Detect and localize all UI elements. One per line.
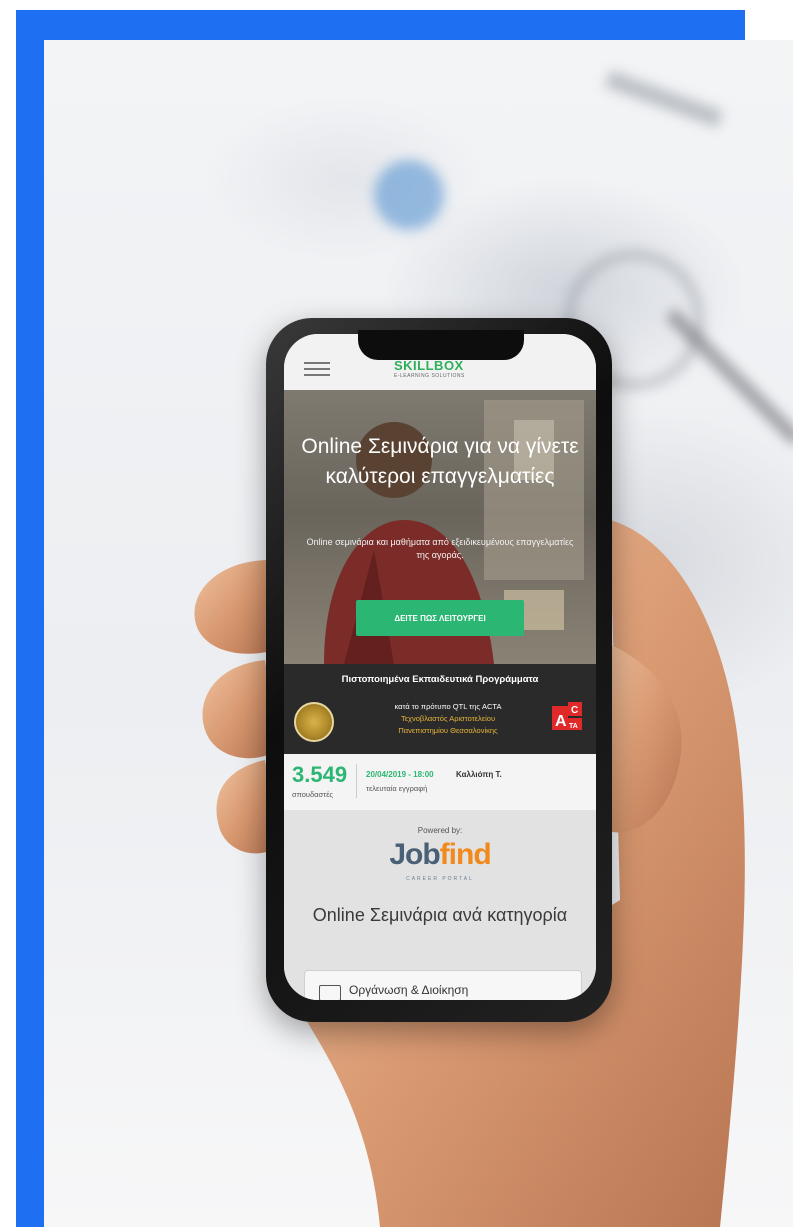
category-label: Οργάνωση & Διοίκηση <box>349 983 469 997</box>
hero-section: Online Σεμινάρια για να γίνετε καλύτεροι… <box>284 390 596 664</box>
logo-subtitle: E-LEARNING SOLUTIONS <box>394 373 465 379</box>
powered-by-label: Powered by: <box>417 826 463 835</box>
stats-strip: 3.549 σπουδαστές 20/04/2019 - 18:00 Καλλ… <box>284 754 596 810</box>
acta-logo-icon: A C TA <box>552 702 582 730</box>
jobfind-logo-left: Job <box>389 838 440 871</box>
students-count: 3.549 <box>292 762 348 787</box>
phone-notch <box>358 330 524 360</box>
category-item[interactable]: Οργάνωση & Διοίκηση <box>304 970 582 1000</box>
svg-text:TA: TA <box>569 723 578 730</box>
hero-title: Online Σεμινάρια για να γίνετε καλύτεροι… <box>301 435 579 488</box>
last-signup-name: Καλλιόπη Τ. <box>456 770 502 779</box>
logo-word: SKILLBOX <box>394 358 464 373</box>
last-signup-date: 20/04/2019 - 18:00 <box>366 770 434 779</box>
skillbox-logo[interactable]: SKILLBOX E-LEARNING SOLUTIONS <box>394 358 504 384</box>
divider <box>356 764 357 798</box>
certification-title: Πιστοποιημένα Εκπαιδευτικά Προγράμματα <box>341 674 539 685</box>
phone-screen: SKILLBOX E-LEARNING SOLUTIONS Online Σεμ… <box>284 334 596 1000</box>
jobfind-logo[interactable]: Jobfind <box>284 838 596 872</box>
students-caption: σπουδαστές <box>292 790 334 799</box>
certification-seal-icon <box>294 702 334 742</box>
certification-banner: Πιστοποιημένα Εκπαιδευτικά Προγράμματα κ… <box>284 664 596 754</box>
partner-section: Powered by: Jobfind CAREER PORTAL Online… <box>284 810 596 1000</box>
svg-text:C: C <box>571 705 578 716</box>
how-it-works-button[interactable]: ΔΕΙΤΕ ΠΩΣ ΛΕΙΤΟΥΡΓΕΙ <box>356 600 524 636</box>
categories-title: Online Σεμινάρια ανά κατηγορία <box>312 905 568 925</box>
certification-line: Πανεπιστημίου Θεσσαλονίκης <box>398 726 498 735</box>
briefcase-icon <box>319 985 341 1000</box>
last-signup-caption: τελευταία εγγραφή <box>366 784 428 793</box>
jobfind-tagline: CAREER PORTAL <box>406 876 474 882</box>
menu-icon[interactable] <box>304 362 330 376</box>
jobfind-logo-right: find <box>439 838 492 871</box>
certification-line: Τεχνοβλαστός Αριστοτελείου <box>400 714 496 723</box>
hero-subtitle: Online σεμινάρια και μαθήματα από εξειδι… <box>306 537 574 560</box>
certification-line: κατά το πρότυπο QTL της ACTA <box>394 702 502 711</box>
svg-text:A: A <box>555 713 567 730</box>
